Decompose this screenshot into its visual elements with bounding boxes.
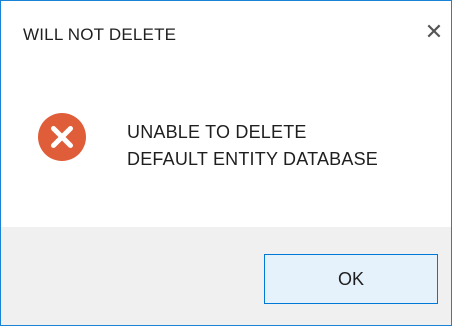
dialog-content: UNABLE TO DELETE DEFAULT ENTITY DATABASE (1, 71, 451, 227)
button-bar: OK (1, 227, 451, 325)
error-message: UNABLE TO DELETE DEFAULT ENTITY DATABASE (127, 119, 378, 173)
message-line-2: DEFAULT ENTITY DATABASE (127, 149, 378, 169)
close-icon[interactable]: ✕ (419, 17, 449, 47)
ok-button[interactable]: OK (264, 254, 438, 304)
dialog-title: WILL NOT DELETE (23, 25, 177, 44)
error-icon (38, 113, 86, 161)
message-line-1: UNABLE TO DELETE (127, 122, 307, 142)
title-bar: WILL NOT DELETE ✕ (1, 1, 451, 71)
message-dialog: WILL NOT DELETE ✕ UNABLE TO DELETE DEFAU… (0, 0, 452, 326)
